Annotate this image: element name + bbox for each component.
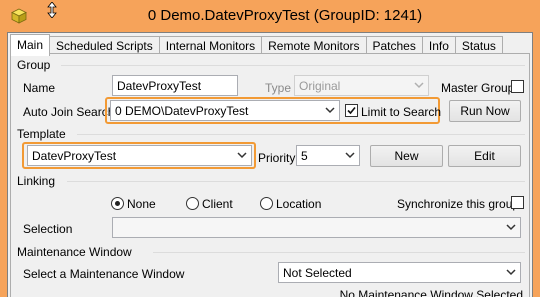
chevron-down-icon [237,152,247,159]
template-divider [77,134,525,135]
synchronize-group-label: Synchronize this group [397,197,520,211]
linking-divider [67,181,525,182]
type-label: Type [265,81,292,95]
group-section-label: Group [17,58,51,72]
selection-label: Selection [23,222,73,236]
template-select[interactable]: DatevProxyTest [27,145,252,166]
linking-client-radio[interactable] [186,197,199,210]
template-section-label: Template [17,127,66,141]
linking-none-label: None [127,197,156,211]
checkmark-icon [347,106,356,115]
name-label: Name [23,81,56,95]
edit-template-button[interactable]: Edit [448,145,521,167]
name-input[interactable]: DatevProxyTest [112,75,238,96]
chevron-down-icon [345,152,355,159]
new-template-button[interactable]: New [370,145,443,167]
maintenance-window-select[interactable]: Not Selected [278,262,521,283]
priority-label: Priority [258,151,296,165]
limit-to-search-checkbox[interactable] [345,104,358,117]
maintenance-select-label: Select a Maintenance Window [23,267,185,281]
synchronize-group-checkbox[interactable] [511,196,524,209]
auto-join-search-value: 0 DEMO\DatevProxyTest [115,104,249,118]
linking-client-label: Client [202,197,233,211]
priority-select-value: 5 [301,149,308,163]
priority-select[interactable]: 5 [296,145,360,166]
window-close-button[interactable] [500,0,540,22]
tab-main[interactable]: Main [10,34,51,56]
maintenance-section-label: Maintenance Window [17,245,132,259]
linking-section-label: Linking [17,174,56,188]
limit-to-search-label: Limit to Search [361,105,442,119]
tab-panel-main: Group Name DatevProxyTest Type Original … [10,53,530,297]
type-select: Original [294,75,429,96]
chevron-down-icon [506,224,516,231]
linking-none-radio[interactable] [111,197,124,210]
chevron-down-icon [506,269,516,276]
template-select-value: DatevProxyTest [32,149,117,163]
window-client: Main Scheduled Scripts Internal Monitors… [7,32,533,297]
linking-location-radio[interactable] [260,197,273,210]
auto-join-search-select[interactable]: 0 DEMO\DatevProxyTest [110,100,340,121]
maintenance-divider [153,252,525,253]
run-now-button[interactable]: Run Now [449,100,521,122]
linking-location-label: Location [276,197,322,211]
selection-select[interactable] [112,217,521,238]
maintenance-window-value: Not Selected [283,266,352,280]
chevron-down-icon [325,107,335,114]
master-group-checkbox[interactable] [511,80,524,93]
window-title: 0 Demo.DatevProxyTest (GroupID: 1241) [147,7,423,24]
chevron-down-icon [414,82,424,89]
type-select-value: Original [299,79,341,93]
maintenance-status-text: No Maintenance Window Selected [339,288,523,297]
tab-strip: Main Scheduled Scripts Internal Monitors… [10,34,503,56]
radio-selected-dot [115,201,120,206]
group-divider [61,65,525,66]
title-bar: 0 Demo.DatevProxyTest (GroupID: 1241) [0,0,540,32]
auto-join-search-label: Auto Join Search [23,105,115,119]
master-group-label: Master Group [441,81,515,95]
